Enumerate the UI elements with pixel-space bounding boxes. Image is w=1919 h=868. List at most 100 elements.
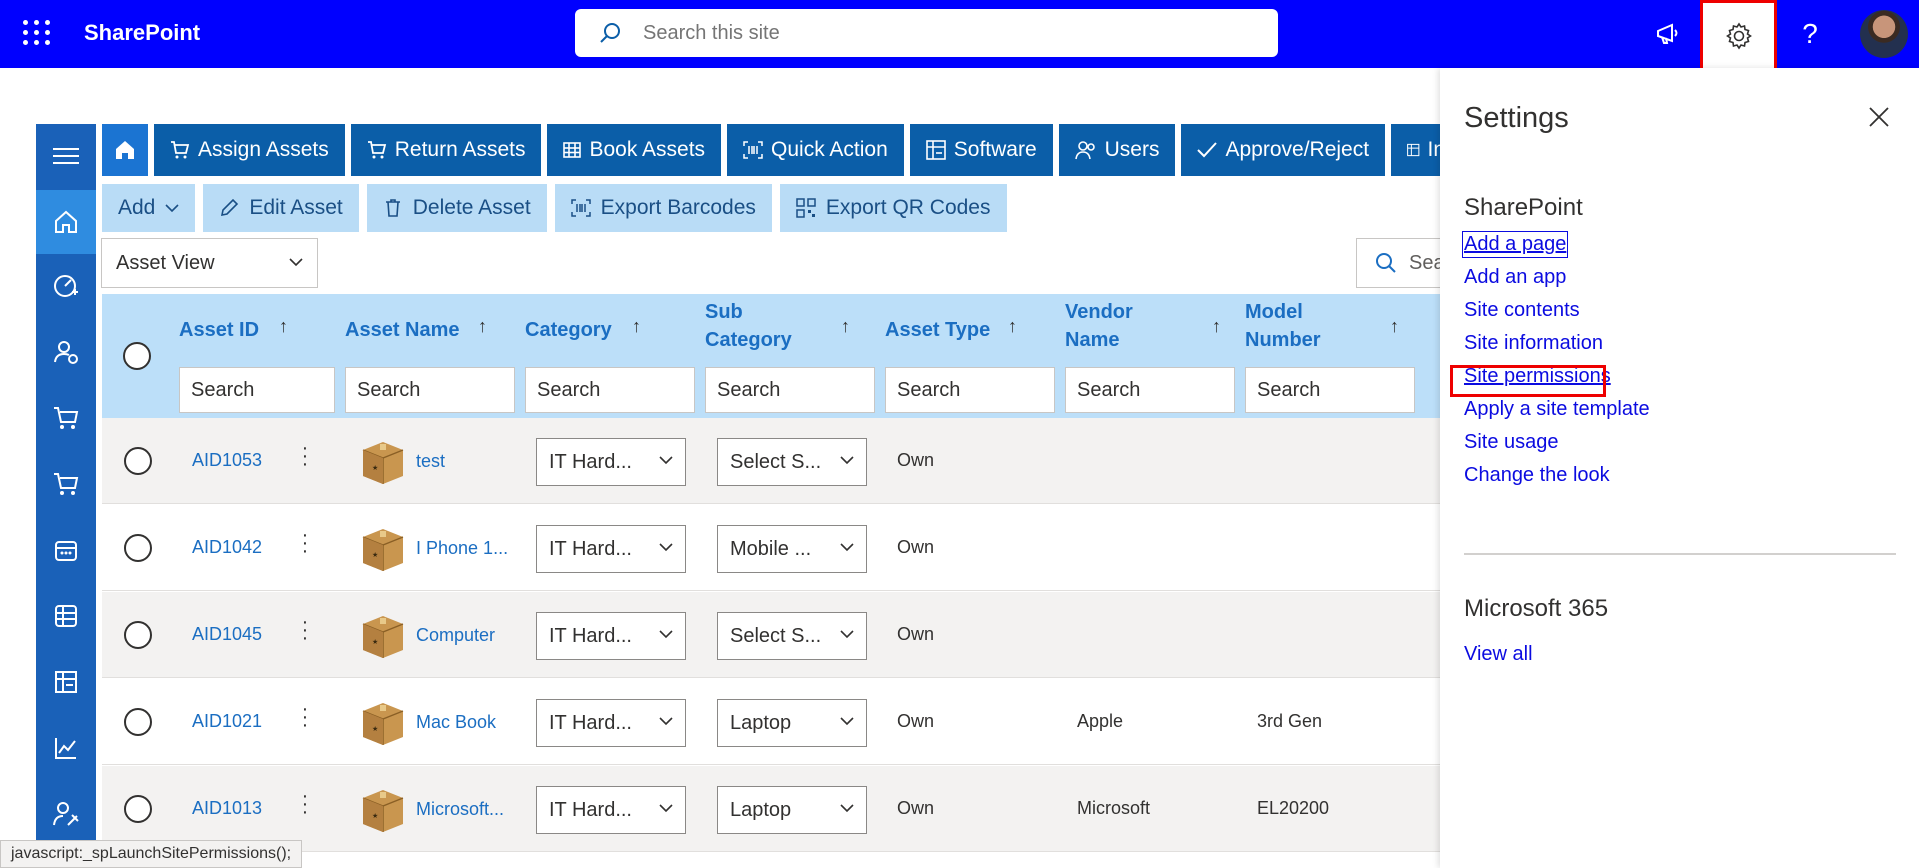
- table-icon[interactable]: [36, 584, 96, 648]
- row-checkbox[interactable]: [124, 534, 152, 562]
- view-selector[interactable]: Asset View: [101, 238, 318, 288]
- tab-return-assets[interactable]: Return Assets: [350, 124, 542, 176]
- tab-quick-action[interactable]: Quick Action: [727, 124, 904, 176]
- help-icon[interactable]: ?: [1790, 14, 1830, 54]
- cart-icon[interactable]: [36, 386, 96, 450]
- export-qr-codes-button[interactable]: Export QR Codes: [779, 184, 1007, 232]
- user-tools-icon[interactable]: [36, 782, 96, 846]
- column-category[interactable]: Category ↑ Search: [525, 302, 697, 413]
- cart-return-icon[interactable]: [36, 452, 96, 516]
- megaphone-icon[interactable]: [1648, 14, 1688, 54]
- column-vendor-name[interactable]: Vendor Name ↑ Search: [1065, 301, 1237, 413]
- sub-category-dropdown[interactable]: Mobile ...: [717, 525, 867, 573]
- more-options-icon[interactable]: · · ·: [300, 786, 310, 822]
- close-icon[interactable]: [1864, 102, 1894, 132]
- category-dropdown[interactable]: IT Hard...: [536, 612, 686, 660]
- asset-name-link[interactable]: Microsoft...: [416, 799, 504, 820]
- change-the-look-link[interactable]: Change the look: [1464, 464, 1610, 487]
- user-settings-icon[interactable]: [36, 320, 96, 384]
- sort-up-icon[interactable]: ↑: [632, 316, 641, 337]
- sort-up-icon[interactable]: ↑: [1390, 316, 1399, 337]
- sort-up-icon[interactable]: ↑: [1008, 316, 1017, 337]
- asset-name-link[interactable]: Mac Book: [416, 712, 496, 733]
- sort-up-icon[interactable]: ↑: [841, 316, 850, 337]
- sub-category-dropdown[interactable]: Select S...: [717, 438, 867, 486]
- asset-id-link[interactable]: AID1013: [192, 798, 262, 819]
- add-an-app-link[interactable]: Add an app: [1464, 266, 1566, 289]
- add-button[interactable]: Add: [102, 184, 196, 232]
- column-asset-type[interactable]: Asset Type ↑ Search: [885, 302, 1057, 413]
- sort-up-icon[interactable]: ↑: [1212, 316, 1221, 337]
- column-sub-category[interactable]: Sub Category ↑ Search: [705, 301, 877, 413]
- sort-up-icon[interactable]: ↑: [478, 316, 487, 337]
- column-asset-id[interactable]: Asset ID ↑ Search: [179, 302, 337, 413]
- sort-up-icon[interactable]: ↑: [279, 316, 288, 337]
- column-search-category[interactable]: Search: [525, 367, 695, 413]
- category-dropdown[interactable]: IT Hard...: [536, 699, 686, 747]
- calendar-icon[interactable]: [36, 518, 96, 582]
- table-row[interactable]: AID1021 · · · ★ Mac Book IT Hard... Laptop Own Ap…: [102, 679, 1440, 765]
- delete-asset-button[interactable]: Delete Asset: [366, 184, 547, 232]
- sub-category-dropdown[interactable]: Select S...: [717, 612, 867, 660]
- column-search-asset-type[interactable]: Search: [885, 367, 1055, 413]
- grid-search-input[interactable]: Sea: [1356, 238, 1446, 288]
- settings-button[interactable]: [1700, 0, 1777, 72]
- home-icon[interactable]: [36, 190, 96, 254]
- row-checkbox[interactable]: [124, 795, 152, 823]
- asset-id-link[interactable]: AID1042: [192, 537, 262, 558]
- asset-name-link[interactable]: test: [416, 451, 445, 472]
- asset-name-link[interactable]: Computer: [416, 625, 495, 646]
- select-all-checkbox[interactable]: [123, 342, 151, 370]
- sub-category-dropdown[interactable]: Laptop: [717, 699, 867, 747]
- category-dropdown[interactable]: IT Hard...: [536, 786, 686, 834]
- column-search-model-number[interactable]: Search: [1245, 367, 1415, 413]
- site-usage-link[interactable]: Site usage: [1464, 431, 1559, 454]
- view-all-link[interactable]: View all: [1464, 643, 1533, 666]
- tab-users[interactable]: Users: [1058, 124, 1176, 176]
- apply-site-template-link[interactable]: Apply a site template: [1464, 398, 1650, 421]
- column-search-vendor-name[interactable]: Search: [1065, 367, 1235, 413]
- column-search-asset-id[interactable]: Search: [179, 367, 335, 413]
- category-dropdown[interactable]: IT Hard...: [536, 525, 686, 573]
- export-barcodes-button[interactable]: Export Barcodes: [554, 184, 772, 232]
- tab-approve-reject[interactable]: Approve/Reject: [1181, 124, 1386, 176]
- site-search-input[interactable]: [643, 21, 1243, 45]
- tab-assign-assets[interactable]: Assign Assets: [154, 124, 345, 176]
- category-dropdown[interactable]: IT Hard...: [536, 438, 686, 486]
- brand-title[interactable]: SharePoint: [84, 20, 200, 46]
- tab-book-assets[interactable]: Book Assets: [547, 124, 722, 176]
- row-checkbox[interactable]: [124, 447, 152, 475]
- site-search-box[interactable]: [575, 9, 1278, 57]
- software-icon[interactable]: [36, 650, 96, 714]
- dashboard-icon[interactable]: [36, 254, 96, 318]
- sub-category-dropdown[interactable]: Laptop: [717, 786, 867, 834]
- more-options-icon[interactable]: · · ·: [300, 612, 310, 648]
- tab-software[interactable]: Software: [909, 124, 1053, 176]
- menu-icon[interactable]: [36, 124, 96, 188]
- app-launcher-icon[interactable]: [20, 17, 50, 47]
- table-row[interactable]: AID1045 · · · ★ Computer IT Hard... Select S...…: [102, 592, 1440, 678]
- asset-id-link[interactable]: AID1045: [192, 624, 262, 645]
- more-options-icon[interactable]: · · ·: [300, 699, 310, 735]
- site-contents-link[interactable]: Site contents: [1464, 299, 1580, 322]
- table-row[interactable]: AID1053 · · · ★ test IT Hard... Select S... Own: [102, 418, 1440, 504]
- column-model-number[interactable]: Model Number ↑ Search: [1245, 301, 1417, 413]
- asset-name-link[interactable]: I Phone 1...: [416, 538, 508, 559]
- more-options-icon[interactable]: · · ·: [300, 525, 310, 561]
- tab-home[interactable]: [102, 124, 148, 176]
- column-search-asset-name[interactable]: Search: [345, 367, 515, 413]
- column-asset-name[interactable]: Asset Name ↑ Search: [345, 302, 517, 413]
- site-information-link[interactable]: Site information: [1464, 332, 1603, 355]
- add-a-page-link[interactable]: Add a page: [1461, 231, 1569, 258]
- row-checkbox[interactable]: [124, 621, 152, 649]
- table-row[interactable]: AID1042 · · · ★ I Phone 1... IT Hard... Mobile …: [102, 505, 1440, 591]
- table-row[interactable]: AID1013 · · · ★ Microsoft... IT Hard... Laptop O…: [102, 766, 1440, 852]
- chart-icon[interactable]: [36, 716, 96, 780]
- asset-id-link[interactable]: AID1053: [192, 450, 262, 471]
- avatar[interactable]: [1860, 10, 1908, 58]
- asset-id-link[interactable]: AID1021: [192, 711, 262, 732]
- edit-asset-button[interactable]: Edit Asset: [203, 184, 359, 232]
- column-search-sub-category[interactable]: Search: [705, 367, 875, 413]
- more-options-icon[interactable]: · · ·: [300, 438, 310, 474]
- row-checkbox[interactable]: [124, 708, 152, 736]
